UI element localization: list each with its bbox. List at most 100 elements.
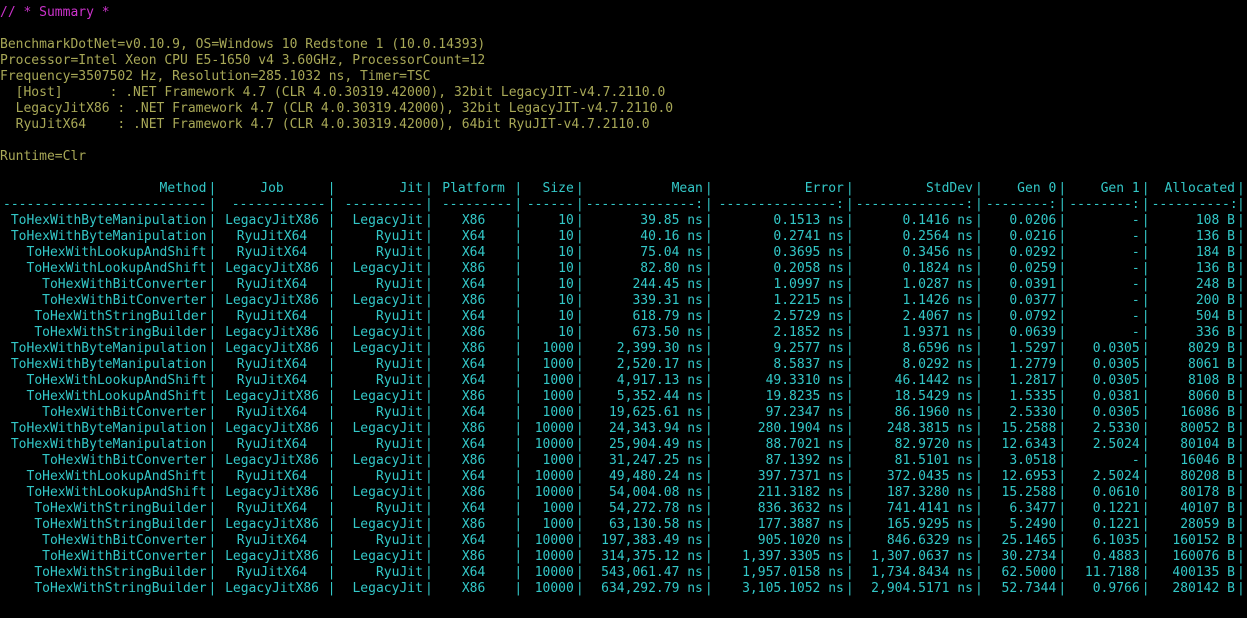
column-separator: | (1058, 197, 1067, 212)
column-separator: | (514, 453, 523, 468)
cell-platform: X64 (461, 373, 486, 388)
column-separator: | (845, 517, 854, 532)
cell-jit: LegacyJit (352, 213, 423, 228)
cell-jit: RyuJit (375, 565, 423, 580)
column-separator: | (424, 245, 433, 260)
column-separator: | (1058, 341, 1067, 356)
cell-mean: 2,399.30 ns (616, 341, 703, 356)
cell-stddev: 86.1960 ns (894, 405, 973, 420)
column-separator: | (1141, 277, 1150, 292)
column-separator: | (327, 533, 336, 548)
column-separator: | (704, 309, 713, 324)
column-separator: | (424, 437, 433, 452)
cell-job: RyuJitX64 (236, 245, 308, 260)
column-separator: | (1237, 261, 1245, 276)
env-line-processor: Processor=Intel Xeon CPU E5-1650 v4 3.60… (0, 53, 486, 68)
column-separator: | (327, 293, 336, 308)
cell-job: RyuJitX64 (236, 309, 308, 324)
column-separator: | (845, 405, 854, 420)
cell-jit: LegacyJit (352, 293, 423, 308)
column-separator: | (1141, 437, 1150, 452)
column-separator: | (1058, 517, 1067, 532)
cell-allocated: 336 B (1195, 325, 1235, 340)
cell-error: 8.5837 ns (773, 357, 844, 372)
column-separator: | (575, 357, 584, 372)
cell-mean: 543,061.47 ns (601, 565, 703, 580)
cell-gen1: Gen 1 (1100, 181, 1140, 196)
column-separator: | (208, 277, 217, 292)
cell-job: LegacyJitX86 (225, 341, 319, 356)
column-separator: | (514, 325, 523, 340)
column-separator: | (327, 325, 336, 340)
column-separator: | (327, 245, 336, 260)
column-separator: | (1058, 261, 1067, 276)
column-separator: | (424, 373, 433, 388)
cell-mean: 673.50 ns (632, 325, 703, 340)
cell-gen0: 0.0206 (1009, 213, 1057, 228)
cell-size: 10000 (534, 565, 574, 580)
column-separator: | (704, 533, 713, 548)
cell-gen1: 0.1221 (1092, 517, 1140, 532)
column-separator: | (1058, 229, 1067, 244)
table-row: ToHexWithStringBuilder | LegacyJitX86 | Lega… (0, 517, 1247, 533)
cell-error: ---------------: (718, 197, 844, 212)
cell-gen0: 52.7344 (1001, 581, 1057, 596)
cell-stddev: 741.4141 ns (886, 501, 973, 516)
cell-mean: 634,292.79 ns (601, 581, 703, 596)
cell-mean: --------------: (585, 197, 703, 212)
cell-platform: X86 (461, 213, 486, 228)
cell-stddev: 81.5101 ns (894, 453, 973, 468)
column-separator: | (327, 197, 336, 212)
cell-jit: LegacyJit (352, 517, 423, 532)
column-separator: | (424, 533, 433, 548)
cell-error: 97.2347 ns (765, 405, 844, 420)
cell-error: 0.3695 ns (773, 245, 844, 260)
cell-jit: LegacyJit (352, 485, 423, 500)
table-row: ToHexWithBitConverter | LegacyJitX86 | Legac… (0, 453, 1247, 469)
column-separator: | (208, 325, 217, 340)
column-separator: | (424, 453, 433, 468)
cell-stddev: 8.6596 ns (902, 341, 973, 356)
cell-stddev: 2,904.5171 ns (871, 581, 973, 596)
cell-gen1: - (1131, 261, 1140, 276)
cell-mean: 2,520.17 ns (616, 357, 703, 372)
column-separator: | (575, 469, 584, 484)
column-separator: | (327, 421, 336, 436)
column-separator: | (1237, 421, 1245, 436)
table-row: ToHexWithByteManipulation | LegacyJitX86 | L… (0, 341, 1247, 357)
column-separator: | (1141, 181, 1150, 196)
cell-method: ToHexWithByteManipulation (10, 341, 207, 356)
cell-jit: RyuJit (375, 469, 423, 484)
cell-error: 9.2577 ns (773, 341, 844, 356)
cell-method: ToHexWithLookupAndShift (26, 469, 207, 484)
table-row: ToHexWithStringBuilder | LegacyJitX86 | Lega… (0, 325, 1247, 341)
column-separator: | (845, 565, 854, 580)
column-separator: | (974, 437, 983, 452)
column-separator: | (1237, 293, 1245, 308)
cell-gen1: 0.0305 (1092, 357, 1140, 372)
column-separator: | (575, 229, 584, 244)
column-separator: | (424, 501, 433, 516)
cell-mean: 197,383.49 ns (601, 533, 703, 548)
column-separator: | (704, 501, 713, 516)
cell-gen1: 0.9766 (1092, 581, 1140, 596)
column-separator: | (704, 373, 713, 388)
column-separator: | (424, 341, 433, 356)
column-separator: | (1058, 549, 1067, 564)
cell-method: Method (159, 181, 207, 196)
table-row: ToHexWithLookupAndShift | RyuJitX64 | RyuJit… (0, 469, 1247, 485)
cell-platform: X64 (461, 469, 486, 484)
column-separator: | (575, 373, 584, 388)
column-separator: | (575, 309, 584, 324)
summary-header: // * Summary * (0, 5, 110, 20)
cell-gen0: 0.0216 (1009, 229, 1057, 244)
cell-jit: LegacyJit (352, 389, 423, 404)
column-separator: | (327, 309, 336, 324)
env-line-ryujitx64: RyuJitX64 : .NET Framework 4.7 (CLR 4.0.… (0, 117, 650, 132)
column-separator: | (327, 565, 336, 580)
column-separator: | (845, 277, 854, 292)
cell-allocated: 248 B (1195, 277, 1235, 292)
column-separator: | (1058, 373, 1067, 388)
column-separator: | (575, 181, 584, 196)
